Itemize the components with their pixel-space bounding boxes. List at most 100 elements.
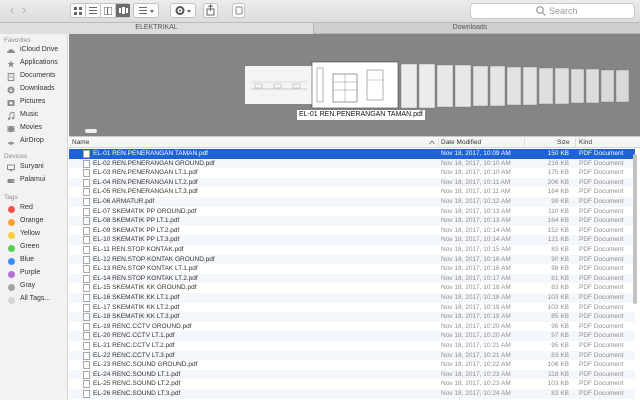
sidebar-tag-blue[interactable]: Blue	[0, 255, 68, 267]
table-row[interactable]: EL-25 RENC.SOUND LT.2.pdf Nov 18, 2017, 1…	[69, 379, 635, 389]
file-size: 103 KB	[547, 303, 569, 311]
table-row[interactable]: EL-18 SKEMATIK KK LT.3.pdf Nov 18, 2017, …	[69, 312, 635, 322]
gear-icon	[175, 6, 191, 15]
date-modified: Nov 18, 2017, 10:14 AM	[441, 236, 511, 244]
file-name: EL-22 RENC.CCTV LT.3.pdf	[93, 351, 175, 359]
table-row[interactable]: EL-07 SKEMATIK PP GROUND.pdf Nov 18, 2017…	[69, 207, 635, 217]
column-header-kind[interactable]: Kind	[579, 139, 592, 146]
date-modified: Nov 18, 2017, 10:18 AM	[441, 284, 511, 292]
action-button[interactable]	[170, 3, 196, 18]
share-icon	[206, 4, 215, 16]
edit-tags-button[interactable]	[232, 3, 245, 18]
pdf-file-icon	[83, 226, 90, 235]
table-row[interactable]: EL-11 REN.STOP KONTAK.pdf Nov 18, 2017, 1…	[69, 245, 635, 255]
table-row[interactable]: EL-09 SKEMATIK PP LT.2.pdf Nov 18, 2017, …	[69, 226, 635, 236]
file-kind: PDF Document	[579, 342, 624, 349]
sidebar-tag-red[interactable]: Red	[0, 203, 68, 215]
table-row[interactable]: EL-04 REN.PENERANGAN LT.2.pdf Nov 18, 201…	[69, 177, 635, 188]
table-row[interactable]: EL-23 RENC.SOUND GROUND.pdf Nov 18, 2017,…	[69, 360, 635, 370]
table-row[interactable]: EL-10 SKEMATIK PP LT.3.pdf Nov 18, 2017, …	[69, 235, 635, 245]
cover-thumbnail[interactable]	[245, 66, 313, 104]
cover-flow-view-button[interactable]	[116, 4, 130, 17]
file-size: 110 KB	[548, 207, 569, 215]
sidebar-tag-green[interactable]: Green	[0, 242, 68, 254]
table-row[interactable]: EL-02 REN.PENERANGAN GROUND.pdf Nov 18, 2…	[69, 158, 635, 169]
table-row[interactable]: EL-20 RENC.CCTV LT.1.pdf Nov 18, 2017, 10…	[69, 331, 635, 341]
sidebar-tag-orange[interactable]: Orange	[0, 216, 68, 228]
sidebar-tag-purple[interactable]: Purple	[0, 268, 68, 280]
search-placeholder: Search	[549, 6, 578, 16]
pdf-file-icon	[83, 159, 90, 168]
column-view-button[interactable]	[101, 4, 116, 17]
tab-elektrikal[interactable]: ELEKTRIKAL	[0, 23, 314, 34]
table-row[interactable]: EL-05 REN.PENERANGAN LT.3.pdf Nov 18, 201…	[69, 187, 635, 197]
column-header-name[interactable]: Name	[72, 139, 89, 146]
table-row[interactable]: EL-01 REN.PENERANGAN TAMAN.pdf Nov 18, 20…	[69, 149, 635, 159]
pdf-file-icon	[83, 332, 90, 341]
arrange-button[interactable]	[133, 3, 159, 18]
vertical-scrollbar[interactable]	[632, 150, 638, 400]
blue-tag-icon	[8, 258, 15, 265]
table-row[interactable]: EL-16 SKEMATIK KK LT.1.pdf Nov 18, 2017, …	[69, 293, 635, 303]
sidebar-item-documents[interactable]: Documents	[0, 71, 68, 83]
pdf-file-icon	[83, 188, 90, 197]
file-size: 103 KB	[547, 380, 569, 388]
pdf-file-icon	[83, 198, 90, 206]
table-row[interactable]: EL-26 RENC.SOUND LT.3.pdf Nov 18, 2017, 1…	[69, 389, 635, 399]
file-size: 97 KB	[551, 332, 569, 340]
file-kind: PDF Document	[579, 303, 624, 311]
file-size: 83 KB	[551, 284, 569, 292]
table-row[interactable]: EL-19 RENC.CCTV GROUND.pdf Nov 18, 2017, …	[69, 322, 635, 332]
sidebar-all-tags[interactable]: All Tags...	[0, 294, 68, 306]
search-field[interactable]: Search	[470, 3, 635, 19]
list-view-button[interactable]	[86, 4, 101, 17]
column-header-size[interactable]: Size	[557, 139, 570, 146]
file-name: EL-03 REN.PENERANGAN LT.1.pdf	[93, 169, 198, 177]
file-name: EL-24 RENC.SOUND LT.1.pdf	[93, 370, 181, 378]
sidebar-tag-yellow[interactable]: Yellow	[0, 229, 68, 241]
file-name: EL-07 SKEMATIK PP GROUND.pdf	[93, 207, 197, 215]
back-icon[interactable]: ‹	[10, 2, 14, 18]
sidebar-item-movies[interactable]: Movies	[0, 123, 68, 135]
table-row[interactable]: EL-22 RENC.CCTV LT.3.pdf Nov 18, 2017, 10…	[69, 350, 635, 361]
movies-icon	[7, 126, 15, 132]
sidebar-item-music[interactable]: Music	[0, 110, 68, 122]
cover-flow-scroller[interactable]	[85, 129, 97, 133]
tab-downloads[interactable]: Downloads	[314, 23, 626, 34]
sidebar-item-palamui[interactable]: Palamui	[0, 175, 68, 187]
column-view-icon	[104, 6, 112, 15]
sidebar-item-suryani[interactable]: Suryani	[0, 162, 68, 174]
file-kind: PDF Document	[579, 150, 624, 157]
cover-flow-icon	[118, 7, 128, 14]
cover-thumbnail-selected[interactable]	[311, 61, 399, 109]
table-row[interactable]: EL-21 RENC.CCTV LT.2.pdf Nov 18, 2017, 10…	[69, 341, 635, 351]
scrollbar-thumb[interactable]	[633, 154, 637, 304]
sidebar-item-applications[interactable]: Applications	[0, 58, 68, 70]
sidebar-tag-gray[interactable]: Gray	[0, 281, 68, 293]
forward-icon[interactable]: ›	[22, 2, 26, 18]
table-row[interactable]: EL-13 REN.STOP KONTAK LT.1.pdf Nov 18, 20…	[69, 264, 635, 274]
table-row[interactable]: EL-24 RENC.SOUND LT.1.pdf Nov 18, 2017, 1…	[69, 369, 635, 380]
date-modified: Nov 18, 2017, 10:21 AM	[441, 351, 511, 359]
file-size: 206 KB	[547, 178, 569, 186]
column-header-date[interactable]: Date Modified	[441, 139, 481, 146]
table-row[interactable]: EL-14 REN.STOP KONTAK LT.2.pdf Nov 18, 20…	[69, 273, 635, 284]
sidebar-item-downloads[interactable]: Downloads	[0, 84, 68, 96]
table-row[interactable]: EL-06 ARMATUR.pdf Nov 18, 2017, 10:12 AM 9…	[69, 197, 635, 207]
sidebar-item-pictures[interactable]: Pictures	[0, 97, 68, 109]
table-row[interactable]: EL-08 SKEMATIK PP LT.1.pdf Nov 18, 2017, …	[69, 216, 635, 226]
pdf-file-icon	[83, 284, 90, 293]
file-kind: PDF Document	[579, 188, 624, 196]
sidebar-item-airdrop[interactable]: AirDrop	[0, 136, 68, 148]
date-modified: Nov 18, 2017, 10:20 AM	[441, 332, 511, 340]
table-row[interactable]: EL-12 REN.STOP KONTAK GROUND.pdf Nov 18, …	[69, 254, 635, 265]
airdrop-icon	[7, 141, 15, 146]
table-row[interactable]: EL-15 SKEMATIK KK GROUND.pdf Nov 18, 2017…	[69, 283, 635, 293]
cover-stack-right[interactable]	[400, 63, 630, 109]
file-name: EL-15 SKEMATIK KK GROUND.pdf	[93, 284, 197, 292]
share-button[interactable]	[203, 3, 218, 18]
icon-view-button[interactable]	[71, 4, 86, 17]
sidebar-item-icloud-drive[interactable]: iCloud Drive	[0, 45, 68, 57]
table-row[interactable]: EL-17 SKEMATIK KK LT.2.pdf Nov 18, 2017, …	[69, 303, 635, 313]
table-row[interactable]: EL-03 REN.PENERANGAN LT.1.pdf Nov 18, 201…	[69, 168, 635, 178]
